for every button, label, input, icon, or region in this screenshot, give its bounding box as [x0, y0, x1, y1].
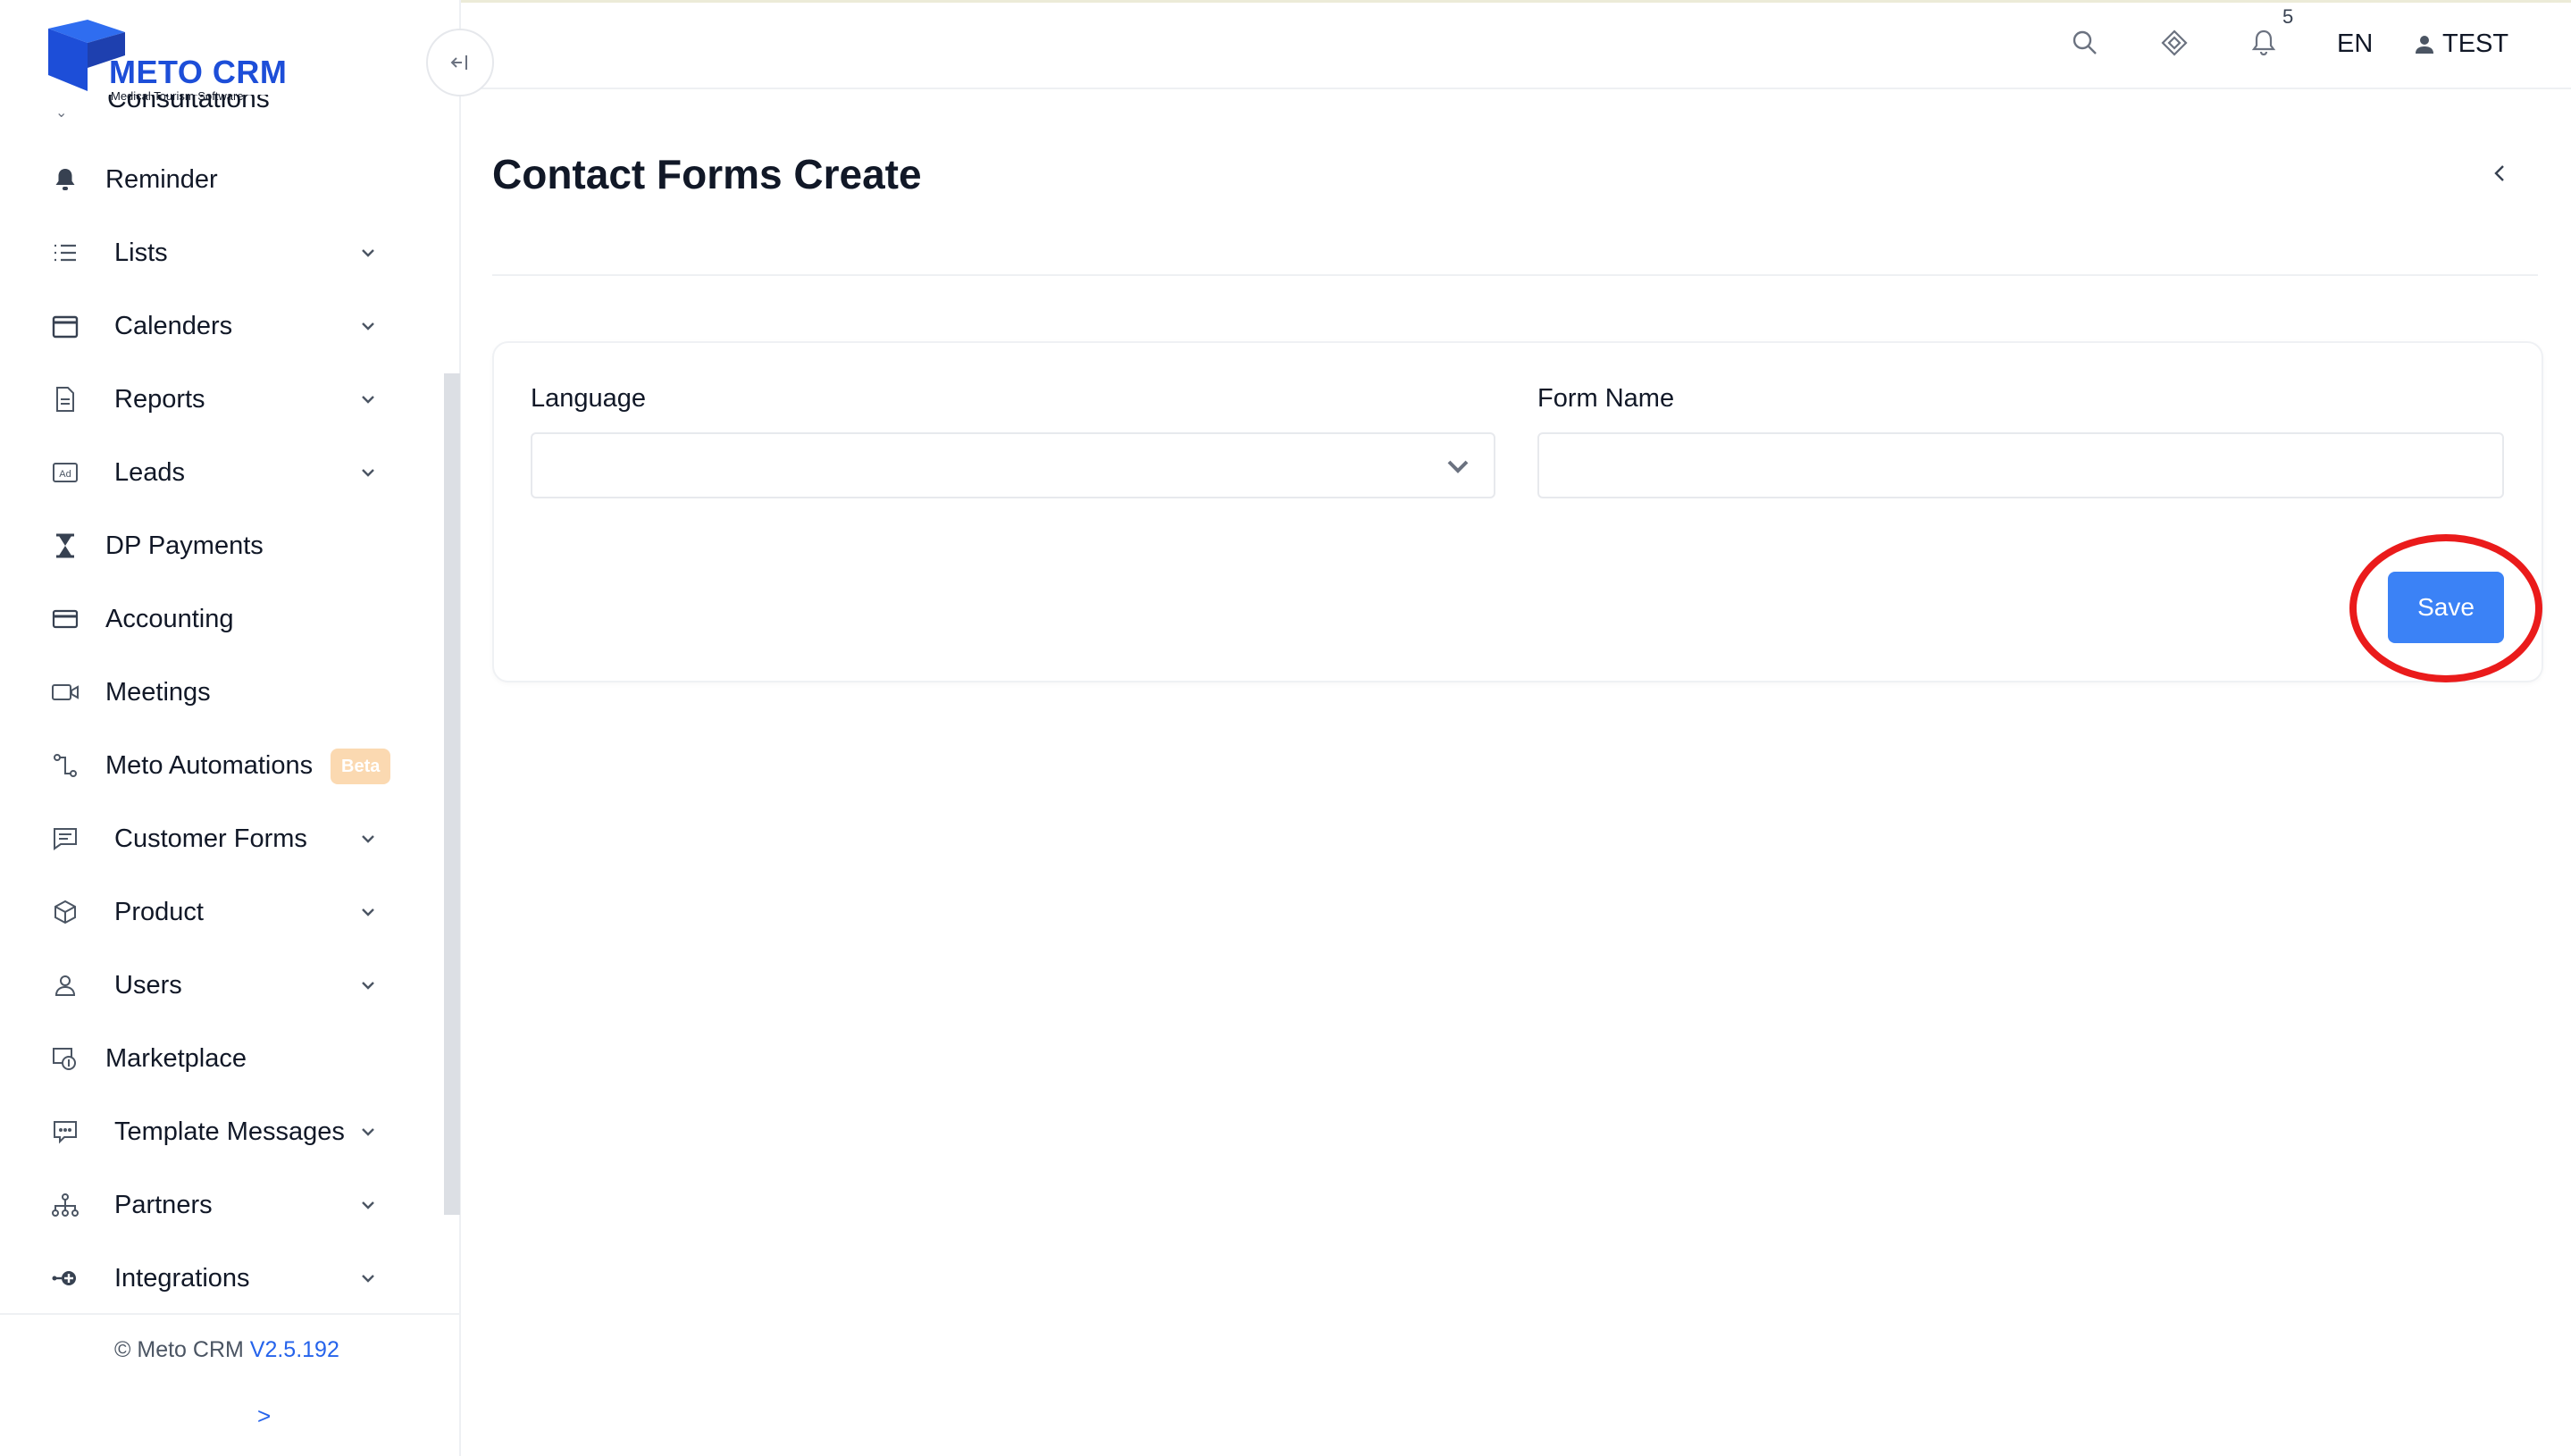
chevron-down-icon	[362, 1128, 374, 1136]
sidebar-item-accounting[interactable]: Accounting	[0, 582, 420, 656]
chevron-down-icon	[362, 249, 374, 257]
language-select[interactable]	[531, 432, 1495, 498]
sidebar-item-label: Consultations	[107, 95, 270, 113]
message-template-icon	[50, 1117, 80, 1147]
sidebar-item-template-messages[interactable]: Template Messages	[0, 1095, 420, 1168]
credit-card-icon	[50, 604, 80, 634]
sidebar-item-partners[interactable]: Partners	[0, 1168, 420, 1242]
version-link[interactable]: V2.5.192	[250, 1337, 339, 1362]
sidebar-item-integrations[interactable]: Integrations	[0, 1242, 420, 1315]
chevron-down-icon	[362, 982, 374, 990]
sidebar-item-label: Users	[114, 970, 182, 1000]
sidebar-item-label: Meetings	[105, 677, 211, 707]
notification-bell-icon[interactable]	[2248, 27, 2280, 59]
chevron-down-icon: ⌄	[55, 105, 68, 121]
store-icon	[50, 1043, 80, 1074]
language-switcher[interactable]: EN	[2337, 29, 2373, 59]
plug-icon	[50, 1263, 80, 1293]
sidebar-item-label: Integrations	[114, 1263, 250, 1293]
sidebar-item-product[interactable]: Product	[0, 875, 420, 949]
sidebar-item-label: Customer Forms	[114, 824, 307, 853]
sidebar-item-label: Reports	[114, 384, 205, 414]
sidebar-item-reports[interactable]: Reports	[0, 363, 420, 436]
sidebar-item-meetings[interactable]: Meetings	[0, 656, 420, 729]
back-chevron-icon[interactable]	[2487, 161, 2512, 186]
video-camera-icon	[50, 677, 80, 707]
sidebar-item-customer-forms[interactable]: Customer Forms	[0, 802, 420, 875]
bell-icon	[50, 164, 80, 195]
sidebar-item-meto-automations[interactable]: Meto Automations Beta	[0, 729, 420, 802]
chevron-down-icon	[362, 469, 374, 477]
user-name: TEST	[2442, 29, 2509, 58]
chevron-down-icon	[362, 1201, 374, 1209]
svg-text:Ad: Ad	[59, 469, 71, 480]
page-title: Contact Forms Create	[492, 151, 922, 197]
workflow-icon	[50, 750, 80, 781]
user-icon	[50, 970, 80, 1000]
sidebar-item-label: Template Messages	[114, 1117, 345, 1146]
user-icon	[2416, 35, 2433, 54]
collapse-left-icon	[450, 55, 467, 70]
search-icon[interactable]	[2069, 27, 2101, 59]
expand-sidebar-button[interactable]: >	[257, 1402, 271, 1430]
title-divider	[492, 274, 2538, 276]
diamond-icon[interactable]	[2158, 27, 2190, 59]
chevron-down-icon	[1447, 460, 1469, 473]
chevron-down-icon	[362, 835, 374, 843]
chevron-down-icon	[362, 908, 374, 916]
sidebar-item-label: Accounting	[105, 604, 234, 633]
footer-copyright: © Meto CRM V2.5.192	[114, 1337, 339, 1363]
ad-icon: Ad	[50, 457, 80, 488]
sidebar-item-dp-payments[interactable]: DP Payments	[0, 509, 420, 582]
chevron-down-icon	[362, 322, 374, 331]
sidebar-item-lists[interactable]: Lists	[0, 216, 420, 289]
sidebar-item-users[interactable]: Users	[0, 949, 420, 1022]
copyright-text: © Meto CRM	[114, 1337, 244, 1362]
hourglass-icon	[50, 531, 80, 561]
sidebar-item-label: Leads	[114, 457, 186, 487]
sidebar-item-label: Product	[114, 897, 204, 926]
sidebar-item-label: Reminder	[105, 164, 218, 194]
sidebar-item-reminder[interactable]: Reminder	[0, 143, 420, 216]
sidebar-item-consultations[interactable]: ⌄ Consultations	[52, 95, 373, 121]
document-icon	[50, 384, 80, 414]
language-label: Language	[531, 384, 647, 413]
notification-count: 5	[2282, 5, 2294, 28]
user-menu[interactable]: TEST	[2416, 29, 2508, 59]
sidebar-footer-divider	[0, 1313, 461, 1315]
calendar-icon	[50, 311, 80, 341]
network-icon	[50, 1190, 80, 1220]
logo[interactable]: METO CRM Medical Tourism Software	[45, 16, 313, 105]
contact-form-card	[492, 341, 2543, 682]
chat-form-icon	[50, 824, 80, 854]
sidebar-scrollbar[interactable]	[444, 373, 460, 1215]
sidebar-item-label: Marketplace	[105, 1043, 247, 1073]
sidebar: METO CRM Medical Tourism Software ⌄ Cons…	[0, 0, 461, 1456]
brand-name: METO CRM	[109, 54, 288, 90]
sidebar-item-label: Meto Automations	[105, 750, 314, 780]
sidebar-item-calenders[interactable]: Calenders	[0, 289, 420, 363]
chevron-down-icon	[362, 1275, 374, 1283]
sidebar-item-label: Lists	[114, 238, 168, 267]
form-name-input[interactable]	[1537, 432, 2504, 498]
list-icon	[50, 238, 80, 268]
collapse-sidebar-button[interactable]	[426, 29, 494, 96]
sidebar-item-label: Calenders	[114, 311, 233, 340]
sidebar-item-label: Partners	[114, 1190, 213, 1219]
sidebar-item-label: DP Payments	[105, 531, 264, 560]
beta-badge: Beta	[331, 749, 391, 784]
save-button[interactable]: Save	[2388, 572, 2504, 643]
form-name-label: Form Name	[1537, 384, 1675, 413]
chevron-down-icon	[362, 396, 374, 404]
sidebar-item-marketplace[interactable]: Marketplace	[0, 1022, 420, 1095]
box-icon	[50, 897, 80, 927]
sidebar-item-leads[interactable]: Ad Leads	[0, 436, 420, 509]
